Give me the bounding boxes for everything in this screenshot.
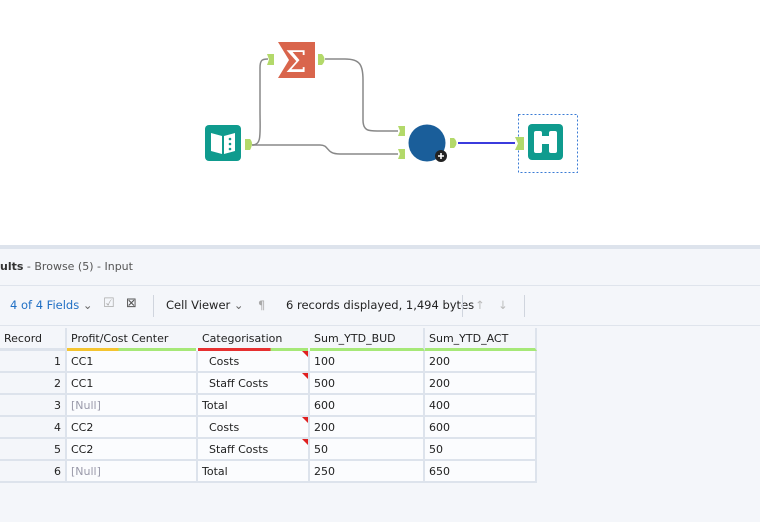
results-table: Record Profit/Cost Center Categorisation…: [0, 328, 537, 483]
table-row: 3 [Null] Total 600 400: [0, 395, 537, 417]
union-tool[interactable]: [398, 124, 457, 163]
categorisation-cell[interactable]: Staff Costs: [198, 373, 310, 395]
results-title: ults: [0, 260, 24, 273]
sum-ytd-bud-cell[interactable]: 100: [310, 351, 425, 373]
profit-cost-center-cell[interactable]: CC2: [67, 417, 198, 439]
sum-ytd-bud-cell[interactable]: 50: [310, 439, 425, 461]
records-info: 6 records displayed, 1,494 bytes: [286, 298, 475, 312]
sum-ytd-act-cell[interactable]: 400: [425, 395, 537, 417]
column-header-record[interactable]: Record: [0, 328, 67, 351]
browse-tool[interactable]: [515, 114, 578, 173]
whitespace-flag-icon: [302, 373, 308, 379]
record-cell[interactable]: 4: [0, 417, 67, 439]
divider: [524, 295, 525, 317]
arrow-down-icon[interactable]: ↓: [498, 298, 508, 312]
sum-ytd-act-cell[interactable]: 200: [425, 351, 537, 373]
categorisation-cell[interactable]: Total: [198, 461, 310, 483]
results-toolbar: 4 of 4 Fields ⌄ ☑ ⊠ Cell Viewer ⌄ ¶ 6 re…: [0, 287, 760, 326]
cell-viewer-label: Cell Viewer: [166, 298, 231, 312]
workflow-canvas[interactable]: Σ: [0, 0, 760, 245]
sum-ytd-bud-cell[interactable]: 250: [310, 461, 425, 483]
column-header-sum-ytd-bud[interactable]: Sum_YTD_BUD: [310, 328, 425, 351]
table-row: 4 CC2 Costs 200 600: [0, 417, 537, 439]
fields-label: 4 of 4 Fields: [10, 298, 80, 312]
whitespace-flag-icon: [302, 439, 308, 445]
categorisation-cell[interactable]: Costs: [198, 351, 310, 373]
profit-cost-center-cell[interactable]: [Null]: [67, 461, 198, 483]
record-cell[interactable]: 1: [0, 351, 67, 373]
sum-ytd-bud-cell[interactable]: 200: [310, 417, 425, 439]
results-header: ults - Browse (5) - Input: [0, 249, 760, 286]
sum-ytd-act-cell[interactable]: 200: [425, 373, 537, 395]
table-row: 1 CC1 Costs 100 200: [0, 351, 537, 373]
profit-cost-center-cell[interactable]: CC2: [67, 439, 198, 461]
deselect-icon[interactable]: ⊠: [126, 296, 137, 311]
svg-text:Σ: Σ: [285, 45, 306, 80]
categorisation-cell[interactable]: Staff Costs: [198, 439, 310, 461]
arrow-up-icon[interactable]: ↑: [475, 298, 485, 312]
record-cell[interactable]: 2: [0, 373, 67, 395]
connection-wires: [251, 58, 398, 155]
table-header-row: Record Profit/Cost Center Categorisation…: [0, 328, 537, 351]
chevron-down-icon: ⌄: [233, 298, 244, 312]
record-cell[interactable]: 6: [0, 461, 67, 483]
output-anchor: [245, 139, 252, 150]
sum-ytd-act-cell[interactable]: 50: [425, 439, 537, 461]
table-row: 2 CC1 Staff Costs 500 200: [0, 373, 537, 395]
table-row: 6 [Null] Total 250 650: [0, 461, 537, 483]
sum-ytd-bud-cell[interactable]: 500: [310, 373, 425, 395]
cell-viewer-dropdown[interactable]: Cell Viewer ⌄: [166, 298, 244, 312]
divider: [153, 295, 154, 317]
summarize-tool[interactable]: Σ: [267, 42, 325, 80]
whitespace-flag-icon: [302, 351, 308, 357]
pilcrow-icon[interactable]: ¶: [258, 298, 265, 312]
profit-cost-center-cell[interactable]: CC1: [67, 373, 198, 395]
results-subtitle: - Browse (5) - Input: [23, 260, 133, 273]
column-header-categorisation[interactable]: Categorisation: [198, 328, 310, 351]
table-row: 5 CC2 Staff Costs 50 50: [0, 439, 537, 461]
column-header-sum-ytd-act[interactable]: Sum_YTD_ACT: [425, 328, 537, 351]
chevron-down-icon: ⌄: [82, 298, 93, 312]
categorisation-cell[interactable]: Total: [198, 395, 310, 417]
input-data-tool[interactable]: [205, 125, 252, 161]
sum-ytd-act-cell[interactable]: 650: [425, 461, 537, 483]
column-header-profit-cost-center[interactable]: Profit/Cost Center: [67, 328, 198, 351]
profit-cost-center-cell[interactable]: CC1: [67, 351, 198, 373]
sum-ytd-bud-cell[interactable]: 600: [310, 395, 425, 417]
categorisation-cell[interactable]: Costs: [198, 417, 310, 439]
check-icon[interactable]: ☑: [103, 296, 115, 311]
divider: [462, 295, 463, 317]
fields-dropdown[interactable]: 4 of 4 Fields ⌄: [10, 298, 93, 312]
whitespace-flag-icon: [302, 417, 308, 423]
profit-cost-center-cell[interactable]: [Null]: [67, 395, 198, 417]
record-cell[interactable]: 5: [0, 439, 67, 461]
sum-ytd-act-cell[interactable]: 600: [425, 417, 537, 439]
record-cell[interactable]: 3: [0, 395, 67, 417]
